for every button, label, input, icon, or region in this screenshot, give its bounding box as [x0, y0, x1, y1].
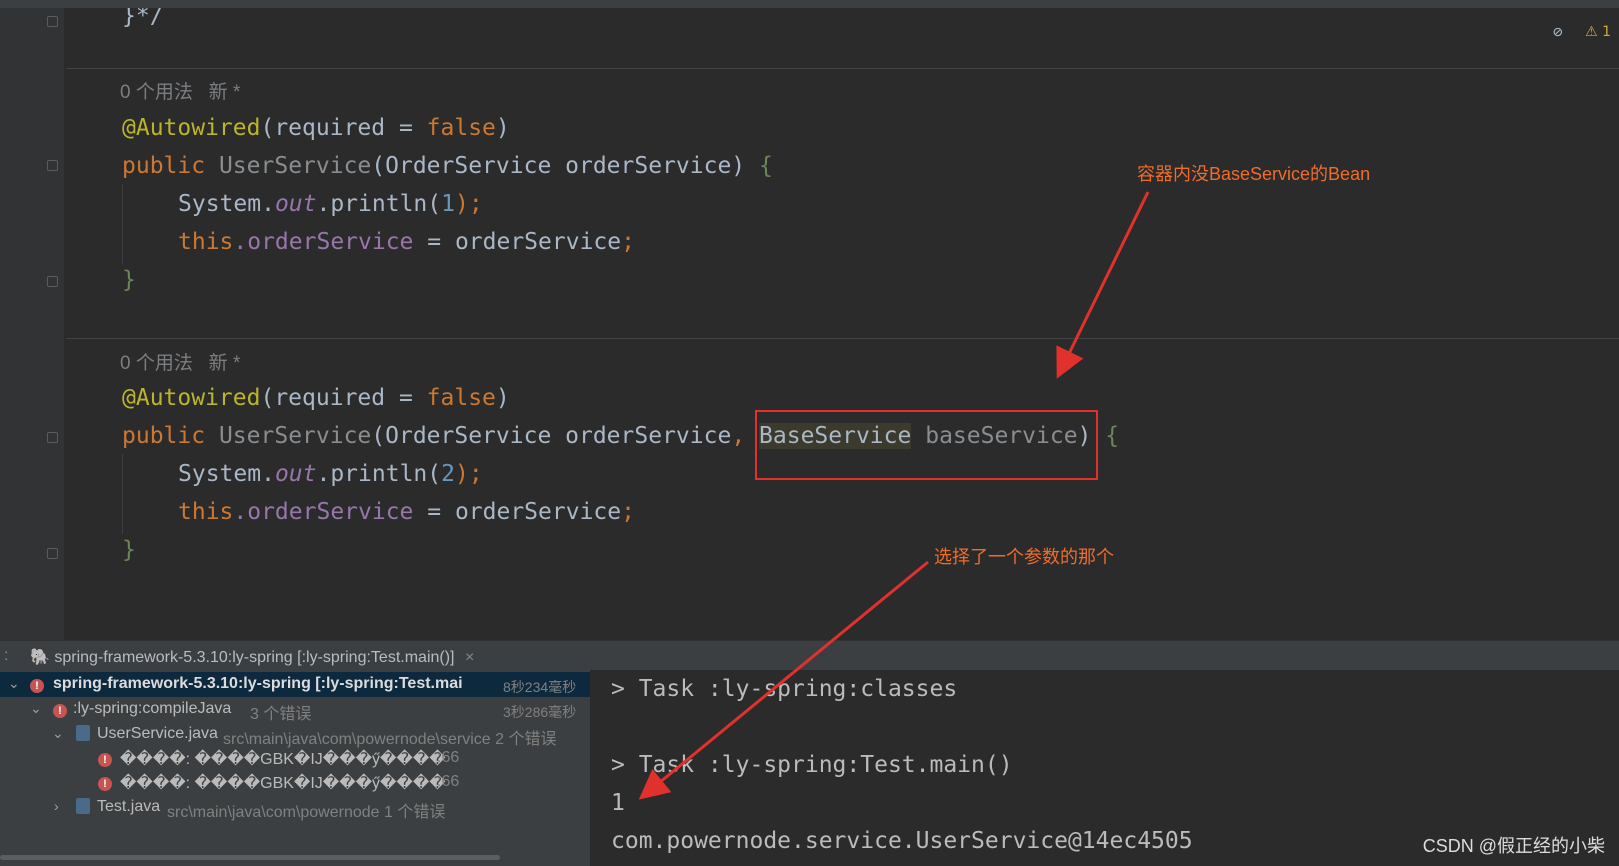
gradle-elephant-icon: 🐘	[30, 649, 50, 666]
fold-marker[interactable]	[47, 548, 58, 559]
code-line-println: System.out.println(1);	[178, 191, 483, 217]
tree-row-error[interactable]: ! ����: ����GBK�IJ���ӳ���� :66	[0, 770, 590, 795]
code-line-assignment: this.orderService = orderService;	[178, 229, 635, 255]
code-line-annotation: @Autowired(required = false)	[122, 385, 510, 411]
chevron-down-icon[interactable]: ⌄	[30, 700, 42, 717]
run-panel: ⌄ ! spring-framework-5.3.10:ly-spring [:…	[0, 670, 1619, 866]
tab-run-config[interactable]: 🐘 spring-framework-5.3.10:ly-spring [:ly…	[30, 647, 474, 667]
tree-row-detail: :66	[437, 773, 460, 790]
tree-row-time: 8秒234毫秒	[503, 679, 577, 695]
editor-gutter	[0, 8, 64, 640]
code-line-println: System.out.println(2);	[178, 461, 483, 487]
hide-eye-icon[interactable]: ⊘	[1553, 22, 1563, 41]
java-file-icon	[76, 798, 90, 814]
code-line-close: }	[122, 267, 136, 293]
build-tree[interactable]: ⌄ ! spring-framework-5.3.10:ly-spring [:…	[0, 670, 590, 866]
console-line: 1	[611, 790, 625, 816]
code-line-constructor: public UserService(OrderService orderSer…	[122, 153, 773, 179]
tab-prefix-marker: :	[4, 647, 9, 664]
tree-row-root[interactable]: ⌄ ! spring-framework-5.3.10:ly-spring [:…	[0, 672, 590, 697]
indent-guide	[122, 454, 123, 534]
tab-run-config-label: spring-framework-5.3.10:ly-spring [:ly-s…	[54, 649, 455, 666]
error-icon: !	[53, 704, 67, 718]
tree-row-label: ����: ����GBK�IJ���ӳ����	[120, 751, 446, 768]
error-icon: !	[98, 753, 112, 767]
tree-row-detail: 3 个错误	[250, 706, 312, 723]
console-line: > Task :ly-spring:Test.main()	[611, 752, 1013, 778]
tree-row-detail: src\main\java\com\powernode 1 个错误	[167, 804, 446, 821]
tree-row-compile[interactable]: ⌄ ! :ly-spring:compileJava 3 个错误 3秒286毫秒	[0, 697, 590, 723]
tree-row-detail: :66	[437, 749, 460, 766]
method-separator	[66, 68, 1619, 69]
tree-row-label: UserService.java	[97, 725, 218, 742]
chevron-down-icon[interactable]: ⌄	[52, 725, 64, 742]
fold-marker[interactable]	[47, 16, 58, 27]
error-icon: !	[30, 679, 44, 693]
warning-count-badge[interactable]: ⚠ 1	[1585, 24, 1611, 40]
tree-row-label: ����: ����GBK�IJ���ӳ����	[120, 775, 446, 792]
tree-row-file[interactable]: › Test.java src\main\java\com\powernode …	[0, 795, 590, 821]
highlight-box-annotation	[755, 410, 1098, 480]
code-line-annotation: @Autowired(required = false)	[122, 115, 510, 141]
close-tab-icon[interactable]: ×	[465, 649, 474, 666]
usage-inlay-hint[interactable]: 0 个用法 新 *	[120, 348, 240, 375]
tree-row-file[interactable]: ⌄ UserService.java src\main\java\com\pow…	[0, 722, 590, 748]
console-line: > Task :ly-spring:classes	[611, 676, 958, 702]
fold-marker[interactable]	[47, 432, 58, 443]
code-line: }*/	[122, 8, 164, 29]
horizontal-scrollbar[interactable]	[0, 855, 500, 860]
error-icon: !	[98, 777, 112, 791]
code-line-close: }	[122, 537, 136, 563]
console-line: com.powernode.service.UserService@14ec45…	[611, 828, 1193, 854]
callout-one-param: 选择了一个参数的那个	[934, 547, 1114, 567]
fold-marker[interactable]	[47, 160, 58, 171]
tree-row-label: spring-framework-5.3.10:ly-spring [:ly-s…	[53, 675, 463, 692]
chevron-down-icon[interactable]: ⌄	[8, 675, 20, 692]
callout-no-bean: 容器内没BaseService的Bean	[1137, 164, 1371, 184]
tree-row-error[interactable]: ! ����: ����GBK�IJ���ӳ���� :66	[0, 746, 590, 771]
java-file-icon	[76, 725, 90, 741]
usage-inlay-hint[interactable]: 0 个用法 新 *	[120, 77, 240, 104]
method-separator	[66, 338, 1619, 339]
tree-row-label: Test.java	[97, 798, 161, 815]
tree-row-label: :ly-spring:compileJava	[73, 700, 232, 717]
chevron-right-icon[interactable]: ›	[54, 798, 59, 814]
run-tab-bar: : 🐘 spring-framework-5.3.10:ly-spring [:…	[0, 640, 1619, 671]
tree-row-time: 3秒286毫秒	[503, 704, 577, 720]
code-line-assignment: this.orderService = orderService;	[178, 499, 635, 525]
watermark: CSDN @假正经的小柴	[1422, 836, 1605, 856]
indent-guide	[122, 184, 123, 264]
fold-marker[interactable]	[47, 276, 58, 287]
code-editor[interactable]: ⊘ ⚠ 1 }*/ 0 个用法 新 * @Autowired(required …	[0, 8, 1619, 640]
